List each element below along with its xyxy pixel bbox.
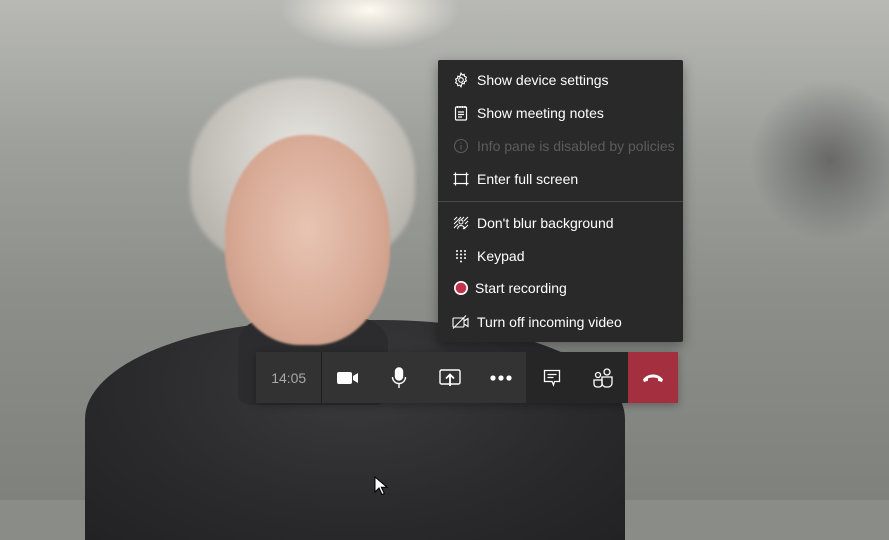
secondary-controls — [526, 352, 629, 403]
menu-item-full-screen[interactable]: Enter full screen — [438, 163, 683, 195]
menu-item-label: Show meeting notes — [477, 105, 604, 121]
gear-icon — [452, 71, 470, 89]
video-off-icon — [452, 313, 470, 331]
share-screen-button[interactable] — [424, 352, 475, 403]
participants-icon — [593, 367, 613, 388]
camera-button[interactable] — [322, 352, 373, 403]
menu-item-label: Keypad — [477, 248, 525, 264]
more-actions-button[interactable] — [475, 352, 526, 403]
fullscreen-icon — [452, 170, 470, 188]
menu-item-device-settings[interactable]: Show device settings — [438, 64, 683, 96]
menu-item-meeting-notes[interactable]: Show meeting notes — [438, 97, 683, 129]
microphone-icon — [391, 366, 407, 388]
record-icon — [452, 279, 470, 297]
participant-face — [225, 135, 390, 345]
share-screen-icon — [439, 368, 461, 386]
keypad-icon — [452, 247, 470, 265]
blur-background-icon — [452, 214, 470, 232]
participants-button[interactable] — [577, 352, 628, 403]
menu-item-label: Turn off incoming video — [477, 314, 622, 330]
menu-item-start-recording[interactable]: Start recording — [438, 272, 683, 304]
menu-divider — [438, 201, 683, 202]
chat-icon — [543, 369, 561, 387]
hang-up-icon — [643, 374, 664, 382]
menu-item-info-pane: Info pane is disabled by policies — [438, 130, 683, 162]
camera-icon — [336, 371, 358, 384]
notes-icon — [452, 104, 470, 122]
menu-item-blur-background[interactable]: Don't blur background — [438, 207, 683, 239]
info-icon — [452, 137, 470, 155]
more-actions-menu: Show device settings Show meeting notes … — [438, 60, 683, 342]
menu-item-label: Show device settings — [477, 72, 609, 88]
call-controls-toolbar: 14:05 — [256, 352, 678, 403]
hang-up-button[interactable] — [628, 352, 678, 403]
primary-controls — [322, 352, 527, 403]
menu-item-label: Enter full screen — [477, 171, 579, 187]
menu-item-incoming-video[interactable]: Turn off incoming video — [438, 306, 683, 338]
menu-item-label: Don't blur background — [477, 215, 614, 231]
microphone-button[interactable] — [373, 352, 424, 403]
more-icon — [490, 374, 512, 381]
chat-button[interactable] — [526, 352, 577, 403]
menu-item-keypad[interactable]: Keypad — [438, 240, 683, 272]
menu-item-label: Info pane is disabled by policies — [477, 138, 675, 154]
menu-item-label: Start recording — [475, 280, 567, 296]
call-duration: 14:05 — [256, 352, 323, 403]
mouse-cursor — [374, 476, 388, 496]
